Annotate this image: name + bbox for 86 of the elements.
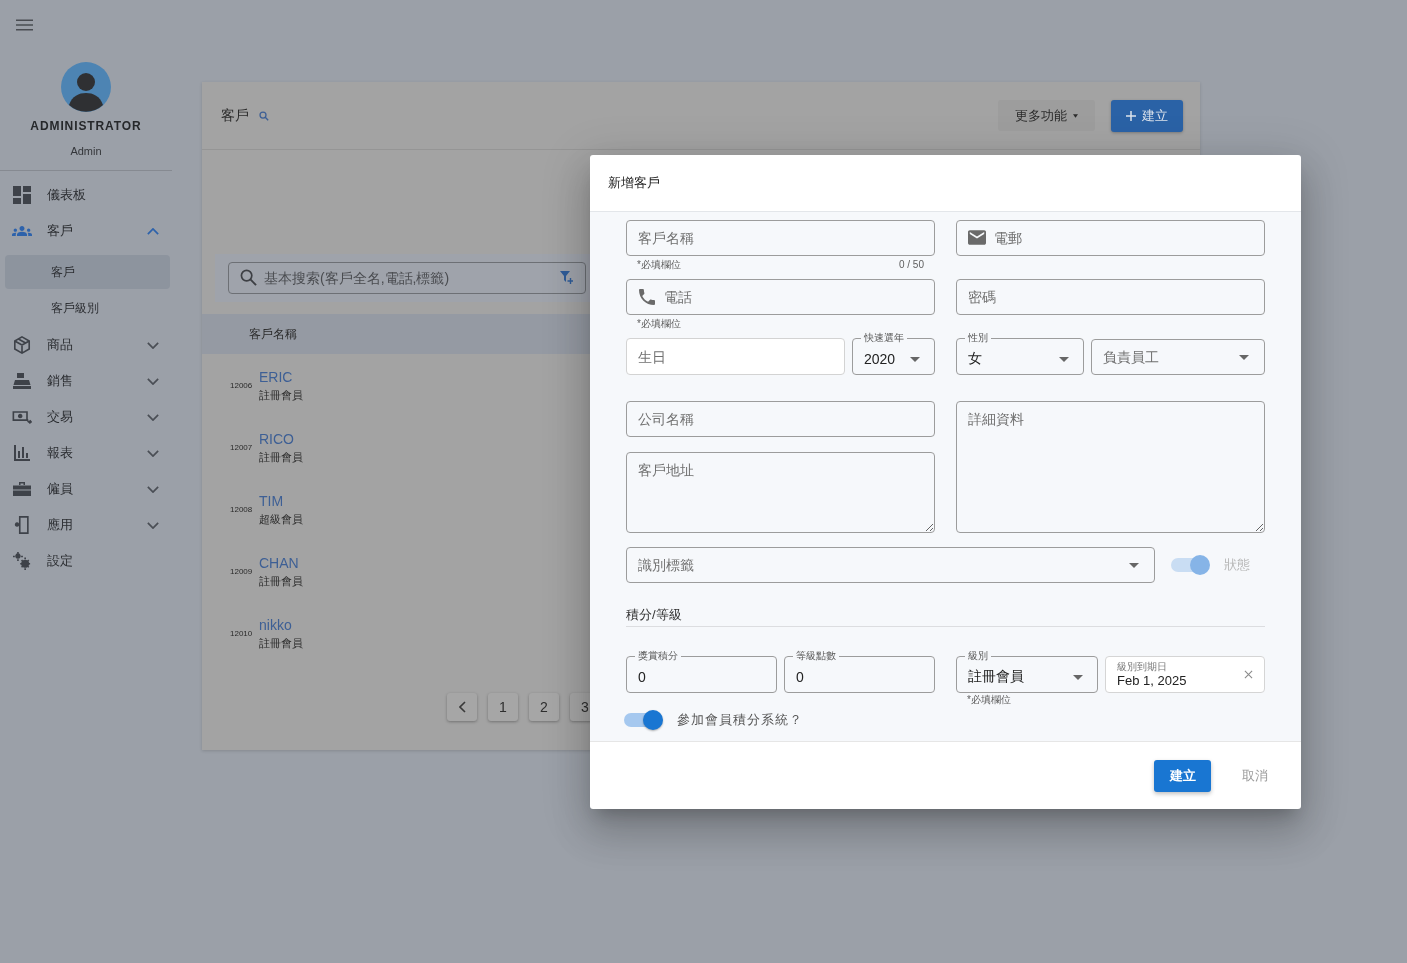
sidebar-item[interactable]: 應用 (0, 507, 172, 543)
more-functions-button[interactable]: 更多功能 (998, 100, 1095, 131)
user-name: ADMINISTRATOR (30, 118, 142, 134)
sidebar-item[interactable]: 報表 (0, 435, 172, 471)
member-level: 超級會員 (259, 511, 303, 526)
level-select[interactable]: 級別 註冊會員 (956, 650, 1098, 693)
avatar-icon (61, 62, 111, 112)
customer-id: 12010 (230, 628, 254, 638)
birthday-field[interactable]: 生日 (626, 338, 845, 375)
close-icon[interactable] (1244, 670, 1253, 679)
dialog-title: 新增客戶 (608, 174, 660, 192)
level-label: 級別 (967, 650, 989, 662)
sidebar-item[interactable]: 商品 (0, 327, 172, 363)
user-role: Admin (70, 144, 102, 158)
sidebar-item[interactable]: 銷售 (0, 363, 172, 399)
level-points-value: 0 (796, 669, 805, 685)
phone-icon (639, 289, 655, 305)
company-field[interactable]: 公司名稱 (626, 401, 935, 437)
customer-id: 12009 (230, 566, 254, 576)
year-label: 快速選年 (863, 332, 905, 344)
gender-value: 女 (968, 350, 983, 368)
create-button[interactable]: 建立 (1111, 99, 1183, 132)
phone-field[interactable]: 電話 (626, 279, 935, 315)
caret-down-icon (1073, 113, 1078, 118)
sidebar-subitem[interactable]: 客戶 (5, 255, 170, 289)
page-button[interactable]: 1 (488, 693, 518, 721)
page-title: 客戶 (221, 106, 249, 125)
member-level: 註冊會員 (259, 449, 303, 464)
member-level: 註冊會員 (259, 387, 303, 402)
customer-id: 12007 (230, 442, 254, 452)
sidebar-subitem[interactable]: 客戶級別 (5, 291, 170, 325)
level-value: 註冊會員 (968, 668, 1025, 686)
search-icon[interactable] (259, 110, 269, 121)
sidebar-item[interactable]: 僱員 (0, 471, 172, 507)
status-label: 狀態 (1224, 556, 1250, 574)
caret-down-icon (1239, 355, 1249, 360)
expiry-date-label: 級別到期日 (1117, 661, 1168, 673)
chevron-left-icon (458, 701, 466, 713)
customer-name-field[interactable]: 客戶名稱 (626, 220, 935, 256)
filter-icon[interactable] (560, 271, 573, 284)
required-hint: *必填欄位 (637, 259, 681, 272)
reward-points-label: 獎賞積分 (637, 650, 679, 662)
required-hint: *必填欄位 (967, 694, 1012, 706)
level-points-field[interactable]: 等級點數 0 (784, 650, 935, 693)
sidebar-item[interactable]: 設定 (0, 543, 172, 579)
tags-select[interactable]: 識別標籤 (626, 547, 1155, 583)
cancel-button[interactable]: 取消 (1242, 766, 1268, 785)
customer-id: 12006 (230, 380, 254, 390)
character-counter: 0 / 50 (898, 259, 924, 272)
gender-select[interactable]: 性別 女 (956, 332, 1084, 375)
member-level: 註冊會員 (259, 573, 303, 588)
year-value: 2020 (864, 351, 897, 367)
address-field[interactable]: 客戶地址 (626, 452, 935, 533)
caret-down-icon (1129, 563, 1139, 568)
level-points-label: 等級點數 (795, 650, 837, 662)
search-icon (240, 269, 257, 286)
staff-select[interactable]: 負責員工 (1091, 339, 1265, 375)
join-points-switch[interactable] (623, 710, 663, 730)
caret-down-icon (1059, 356, 1069, 362)
expiry-date-value: Feb 1, 2025 (1117, 673, 1188, 688)
expiry-date-field[interactable]: 級別到期日 Feb 1, 2025 (1105, 656, 1265, 693)
password-field[interactable]: 密碼 (956, 279, 1265, 315)
details-field[interactable]: 詳細資料 (956, 401, 1265, 533)
previous-page-button[interactable] (447, 693, 477, 721)
search-field[interactable]: 基本搜索(客戶全名,電話,標籤) (228, 262, 586, 294)
section-title: 積分/等級 (626, 605, 1265, 627)
required-hint: *必填欄位 (637, 318, 681, 331)
join-points-label: 參加會員積分系統？ (677, 711, 803, 729)
year-select[interactable]: 快速選年 2020 (852, 332, 935, 375)
sidebar-item[interactable]: 儀表板 (0, 177, 172, 213)
gender-label: 性別 (967, 332, 989, 344)
menu-icon[interactable] (16, 19, 33, 31)
sidebar-item[interactable]: 客戶 (0, 213, 172, 249)
email-field[interactable]: 電郵 (956, 220, 1265, 256)
reward-points-value: 0 (638, 669, 647, 685)
column-header: 客戶名稱 (249, 325, 297, 343)
sidebar-item[interactable]: 交易 (0, 399, 172, 435)
caret-down-icon (1073, 674, 1083, 680)
customer-id: 12008 (230, 504, 254, 514)
member-level: 註冊會員 (259, 635, 303, 650)
mail-icon (968, 230, 986, 245)
plus-icon (1126, 110, 1136, 121)
caret-down-icon (910, 356, 920, 362)
reward-points-field[interactable]: 獎賞積分 0 (626, 650, 777, 693)
create-button[interactable]: 建立 (1154, 759, 1211, 792)
page-button[interactable]: 2 (529, 693, 559, 721)
